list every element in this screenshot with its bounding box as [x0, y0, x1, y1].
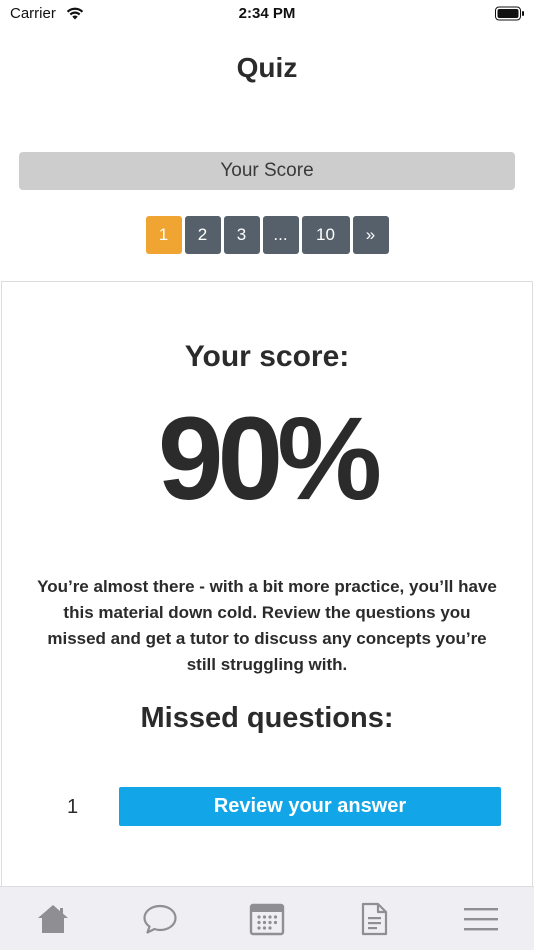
- page-button-10[interactable]: 10: [301, 216, 350, 254]
- tab-calendar[interactable]: [237, 894, 297, 944]
- missed-question-number: 1: [67, 796, 79, 818]
- page-button-3[interactable]: 3: [223, 216, 260, 254]
- tab-documents[interactable]: [344, 894, 404, 944]
- tab-home[interactable]: [23, 894, 83, 944]
- page-button-ellipsis[interactable]: ...: [262, 216, 299, 254]
- page-button-1[interactable]: 1: [145, 216, 182, 254]
- tab-bar: [0, 886, 534, 950]
- status-bar: Carrier 2:34 PM: [0, 0, 534, 28]
- score-label: Your score:: [184, 340, 350, 373]
- chat-icon: [143, 904, 177, 934]
- result-card: Your score: 90% You’re almost there - wi…: [1, 281, 533, 886]
- your-score-bar[interactable]: Your Score: [19, 152, 515, 190]
- page-button-next[interactable]: »: [352, 216, 389, 254]
- review-answer-button[interactable]: Review your answer: [119, 787, 501, 826]
- missed-questions-title: Missed questions:: [140, 702, 394, 734]
- status-time: 2:34 PM: [238, 5, 296, 22]
- calendar-icon: [249, 903, 285, 935]
- home-icon: [38, 904, 69, 933]
- question-pagination: 1 2 3 ... 10 »: [0, 216, 534, 254]
- battery-icon: [495, 6, 524, 21]
- score-value: 90%: [157, 393, 382, 525]
- tab-menu[interactable]: [451, 894, 511, 944]
- document-icon: [361, 902, 387, 935]
- page-button-2[interactable]: 2: [184, 216, 221, 254]
- page-title: Quiz: [236, 52, 298, 83]
- missed-question-row: 1 Review your answer: [2, 787, 532, 827]
- your-score-bar-label: Your Score: [220, 160, 314, 181]
- feedback-text: You’re almost there - with a bit more pr…: [37, 577, 497, 674]
- menu-icon: [463, 907, 498, 930]
- tab-messages[interactable]: [130, 894, 190, 944]
